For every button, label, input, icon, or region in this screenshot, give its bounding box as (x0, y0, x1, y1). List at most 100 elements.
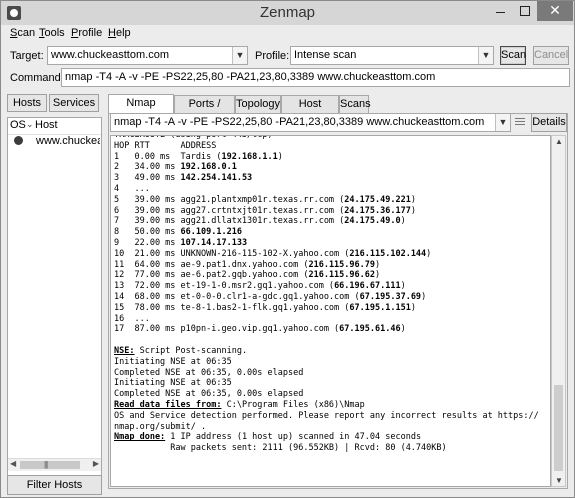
output-ip-address: 216.115.96.79 (308, 259, 375, 270)
output-text: Completed NSE at 06:35, 0.00s elapsed (114, 389, 304, 400)
output-text: 8 50.00 ms (114, 227, 181, 238)
profile-dropdown-icon[interactable]: ▼ (478, 47, 493, 64)
scan-button[interactable]: Scan (500, 46, 526, 65)
output-ip-address: 142.254.141.53 (180, 173, 253, 184)
maximize-button[interactable] (513, 1, 537, 21)
output-text: 12 77.00 ms ae-6.pat2.gqb.yahoo.com ( (114, 270, 309, 281)
host-row[interactable]: www.chuckeast (8, 134, 101, 150)
output-text-suffix: ) (410, 302, 416, 313)
menu-profile-label: rofile (78, 27, 103, 39)
output-line: 9 22.00 ms 107.14.17.133 (114, 238, 550, 249)
scroll-right-icon[interactable]: ▶ (93, 459, 99, 468)
os-windows-icon (14, 136, 23, 145)
target-value: www.chuckeasttom.com (51, 49, 169, 61)
output-lines: TRACEROUTE (using port 443/tcp) HOP RTT A… (114, 135, 550, 454)
output-text: 4 ... (114, 183, 150, 194)
output-text-suffix: ) (400, 281, 406, 292)
command-input[interactable]: nmap -T4 -A -v -PE -PS22,25,80 -PA21,23,… (61, 68, 570, 87)
scroll-grip-icon: ||| (44, 460, 48, 469)
output-line: 7 39.00 ms agg21.dllatx1301r.texas.rr.co… (114, 216, 550, 227)
output-text: TRACEROUTE (using port 443/tcp) (114, 135, 273, 140)
output-text: 6 39.00 ms agg27.crtntxjt01r.texas.rr.co… (114, 205, 345, 216)
output-ip-address: 66.196.67.111 (334, 281, 401, 292)
output-text-suffix: ) (410, 205, 416, 216)
output-text: 5 39.00 ms agg21.plantxmp01r.texas.rr.co… (114, 194, 345, 205)
scroll-down-icon[interactable]: ▼ (555, 476, 563, 485)
hosts-list-header: OS ⌄ Host (8, 118, 101, 135)
output-ip-address: 66.109.1.216 (180, 227, 242, 238)
output-text: nmap.org/submit/ . (114, 421, 207, 432)
output-text: 7 39.00 ms agg21.dllatx1301r.texas.rr.co… (114, 216, 345, 227)
output-ip-address: 67.195.61.46 (339, 324, 401, 335)
output-text: HOP RTT ADDRESS (114, 140, 217, 151)
nmap-output-text[interactable]: TRACEROUTE (using port 443/tcp) HOP RTT A… (110, 135, 551, 487)
output-line: 4 ... (114, 184, 550, 195)
minimize-button[interactable] (487, 1, 513, 21)
menu-help-mnemonic: H (108, 27, 116, 39)
hosts-scroll-thumb[interactable] (20, 461, 80, 469)
tab-scans[interactable]: Scans (339, 95, 371, 113)
output-heading: Nmap done: (114, 432, 166, 443)
output-scan-command: nmap -T4 -A -v -PE -PS22,25,80 -PA21,23,… (114, 116, 485, 128)
output-text: Completed NSE at 06:35, 0.00s elapsed (114, 367, 304, 378)
hamburger-icon[interactable] (515, 116, 525, 128)
output-text-suffix: ) (410, 194, 416, 205)
filter-hosts-button[interactable]: Filter Hosts (7, 475, 102, 495)
output-text-suffix: ) (375, 259, 381, 270)
target-dropdown-icon[interactable]: ▼ (232, 47, 247, 64)
tab-ports-hosts[interactable]: Ports / Hosts (174, 95, 235, 127)
menu-help-label: elp (115, 27, 131, 39)
output-line: 6 39.00 ms agg27.crtntxjt01r.texas.rr.co… (114, 206, 550, 217)
services-button[interactable]: Services (49, 94, 99, 112)
output-line: 12 77.00 ms ae-6.pat2.gqb.yahoo.com (216… (114, 270, 550, 281)
profile-combo[interactable]: Intense scan ▼ (290, 46, 494, 65)
menu-help[interactable]: Help (108, 27, 131, 39)
output-ip-address: 192.168.1.1 (221, 151, 278, 162)
output-line: 5 39.00 ms agg21.plantxmp01r.texas.rr.co… (114, 195, 550, 206)
menu-scan[interactable]: Scan (10, 27, 35, 39)
scroll-left-icon[interactable]: ◀ (10, 459, 16, 468)
output-line: Completed NSE at 06:35, 0.00s elapsed (114, 389, 550, 400)
menu-profile[interactable]: Profile (71, 27, 102, 39)
os-column-header[interactable]: OS (10, 119, 26, 131)
output-line: NSE: Script Post-scanning. (114, 346, 550, 357)
zenmap-window: Zenmap ✕ Scan Tools Profile Help Target:… (0, 0, 575, 498)
title-bar: Zenmap ✕ (1, 1, 574, 25)
close-button[interactable]: ✕ (537, 1, 573, 21)
output-vertical-scrollbar[interactable]: ▲ ▼ (551, 135, 566, 487)
details-button[interactable]: Details (531, 113, 567, 132)
tab-topology[interactable]: Topology (235, 95, 281, 113)
target-combo[interactable]: www.chuckeasttom.com ▼ (47, 46, 248, 65)
output-text-suffix: ) (421, 291, 427, 302)
menu-tools[interactable]: Tools (39, 27, 65, 39)
output-text-suffix: ) (277, 151, 283, 162)
output-line: 13 72.00 ms et-19-1-0.msr2.gq1.yahoo.com… (114, 281, 550, 292)
tab-host-details[interactable]: Host Details (281, 95, 339, 127)
hosts-horizontal-scrollbar[interactable]: ◀ ||| ▶ (8, 458, 101, 471)
output-line: 1 0.00 ms Tardis (192.168.1.1) (114, 152, 550, 163)
output-selector-dropdown-icon[interactable]: ▼ (495, 114, 510, 131)
output-line: Completed NSE at 06:35, 0.00s elapsed (114, 368, 550, 379)
command-label: Command: (10, 72, 64, 84)
host-column-header[interactable]: Host (35, 119, 58, 131)
output-line: 14 68.00 ms et-0-0-0.clr1-a-gdc.gq1.yaho… (114, 292, 550, 303)
output-scroll-thumb[interactable] (554, 385, 563, 471)
menu-bar: Scan Tools Profile Help (1, 26, 574, 43)
hosts-button[interactable]: Hosts (7, 94, 47, 112)
scroll-up-icon[interactable]: ▲ (555, 137, 563, 146)
output-ip-address: 216.115.96.62 (308, 270, 375, 281)
output-scan-selector[interactable]: nmap -T4 -A -v -PE -PS22,25,80 -PA21,23,… (110, 113, 511, 132)
output-text: 13 72.00 ms et-19-1-0.msr2.gq1.yahoo.com… (114, 281, 335, 292)
tab-nmap-output[interactable]: Nmap Output (108, 94, 174, 126)
cancel-button[interactable]: Cancel (533, 46, 569, 65)
profile-label: Profile: (255, 50, 290, 62)
output-ip-address: 107.14.17.133 (180, 237, 248, 248)
output-line: 16 ... (114, 314, 550, 325)
output-line: Nmap done: 1 IP address (1 host up) scan… (114, 432, 550, 443)
output-text: 17 87.00 ms p10pn-i.geo.vip.gq1.yahoo.co… (114, 324, 340, 335)
output-line: 2 34.00 ms 192.168.0.1 (114, 162, 550, 173)
output-text: Script Post-scanning. (134, 345, 248, 356)
profile-value: Intense scan (294, 49, 357, 61)
sort-indicator-icon: ⌄ (26, 119, 34, 129)
